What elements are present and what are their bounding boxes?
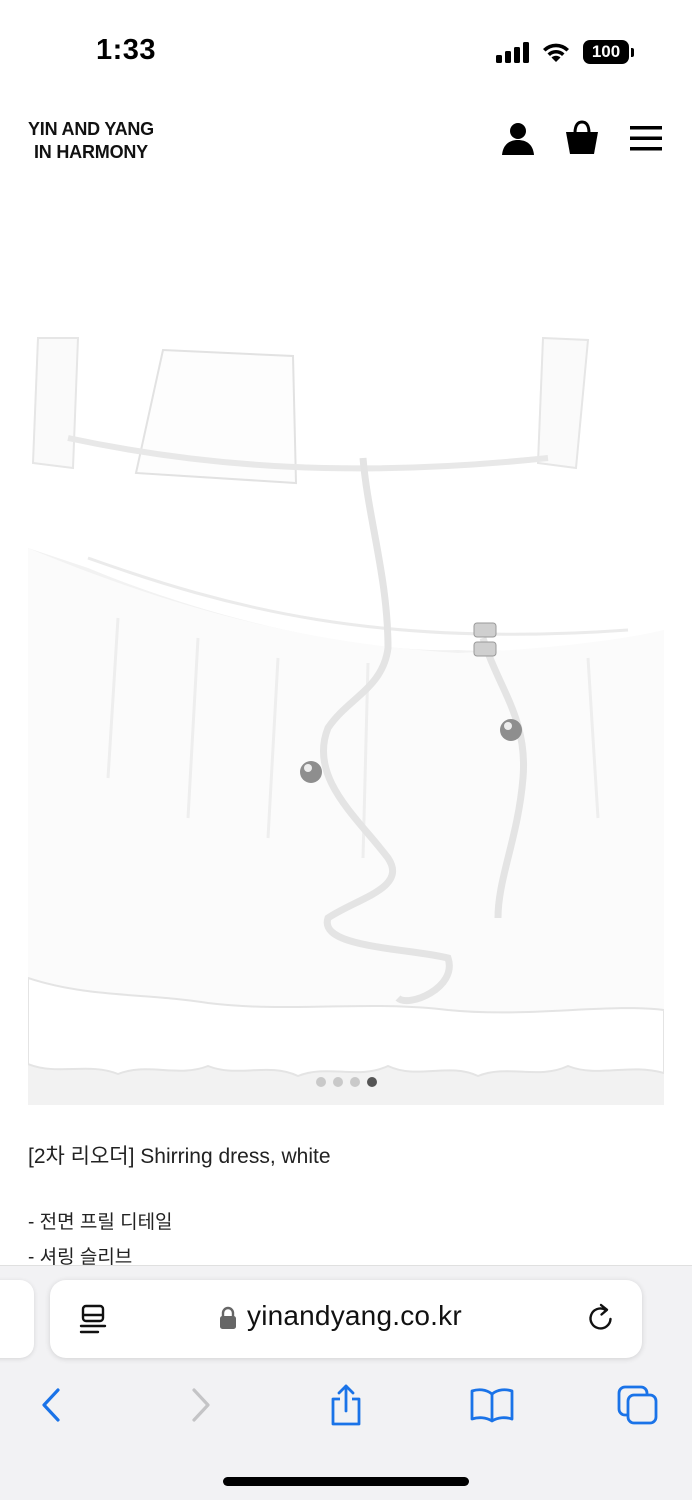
- carousel-dot-2[interactable]: [332, 1077, 343, 1087]
- reload-icon[interactable]: [586, 1302, 616, 1334]
- reader-mode-icon[interactable]: [78, 1304, 108, 1336]
- back-icon[interactable]: [29, 1383, 73, 1427]
- carousel-dot-3[interactable]: [349, 1077, 360, 1087]
- home-indicator: [223, 1477, 469, 1486]
- cellular-signal-icon: [496, 41, 529, 63]
- browser-bottom-bar: yinandyang.co.kr: [0, 1265, 692, 1500]
- url-text[interactable]: yinandyang.co.kr: [247, 1300, 462, 1332]
- carousel-dot-4[interactable]: [366, 1077, 377, 1087]
- logo-line-2: IN HARMONY: [33, 142, 148, 162]
- battery-icon: 100: [583, 40, 634, 64]
- tabs-icon[interactable]: [616, 1383, 660, 1427]
- previous-tab-peek[interactable]: [0, 1280, 34, 1358]
- product-title: [2차 리오더] Shirring dress, white: [28, 1145, 331, 1168]
- dress-photo: [28, 258, 664, 1105]
- logo-line-1: YIN AND YANG: [28, 119, 154, 139]
- account-icon[interactable]: [500, 120, 536, 156]
- detail-item: - 전면 프릴 디테일: [28, 1212, 173, 1233]
- product-image[interactable]: [28, 258, 664, 1105]
- header-actions: [500, 120, 664, 156]
- status-bar: 1:33 100: [0, 0, 692, 100]
- status-time: 1:33: [96, 34, 157, 66]
- menu-icon[interactable]: [628, 120, 664, 156]
- lock-icon: [220, 1306, 236, 1329]
- site-header: YIN AND YANG IN HARMONY: [0, 100, 692, 200]
- share-icon[interactable]: [324, 1383, 368, 1427]
- address-bar[interactable]: yinandyang.co.kr: [50, 1280, 642, 1358]
- forward-icon[interactable]: [179, 1383, 223, 1427]
- battery-level: 100: [583, 40, 629, 64]
- brand-logo[interactable]: YIN AND YANG IN HARMONY: [28, 118, 154, 164]
- carousel-dots: [28, 1077, 664, 1087]
- wifi-icon: [543, 43, 569, 62]
- status-icons: 100: [496, 38, 634, 66]
- carousel-dot-1[interactable]: [315, 1077, 326, 1087]
- shopping-bag-icon[interactable]: [564, 120, 600, 156]
- bookmarks-icon[interactable]: [470, 1383, 514, 1427]
- browser-toolbar: [0, 1371, 692, 1441]
